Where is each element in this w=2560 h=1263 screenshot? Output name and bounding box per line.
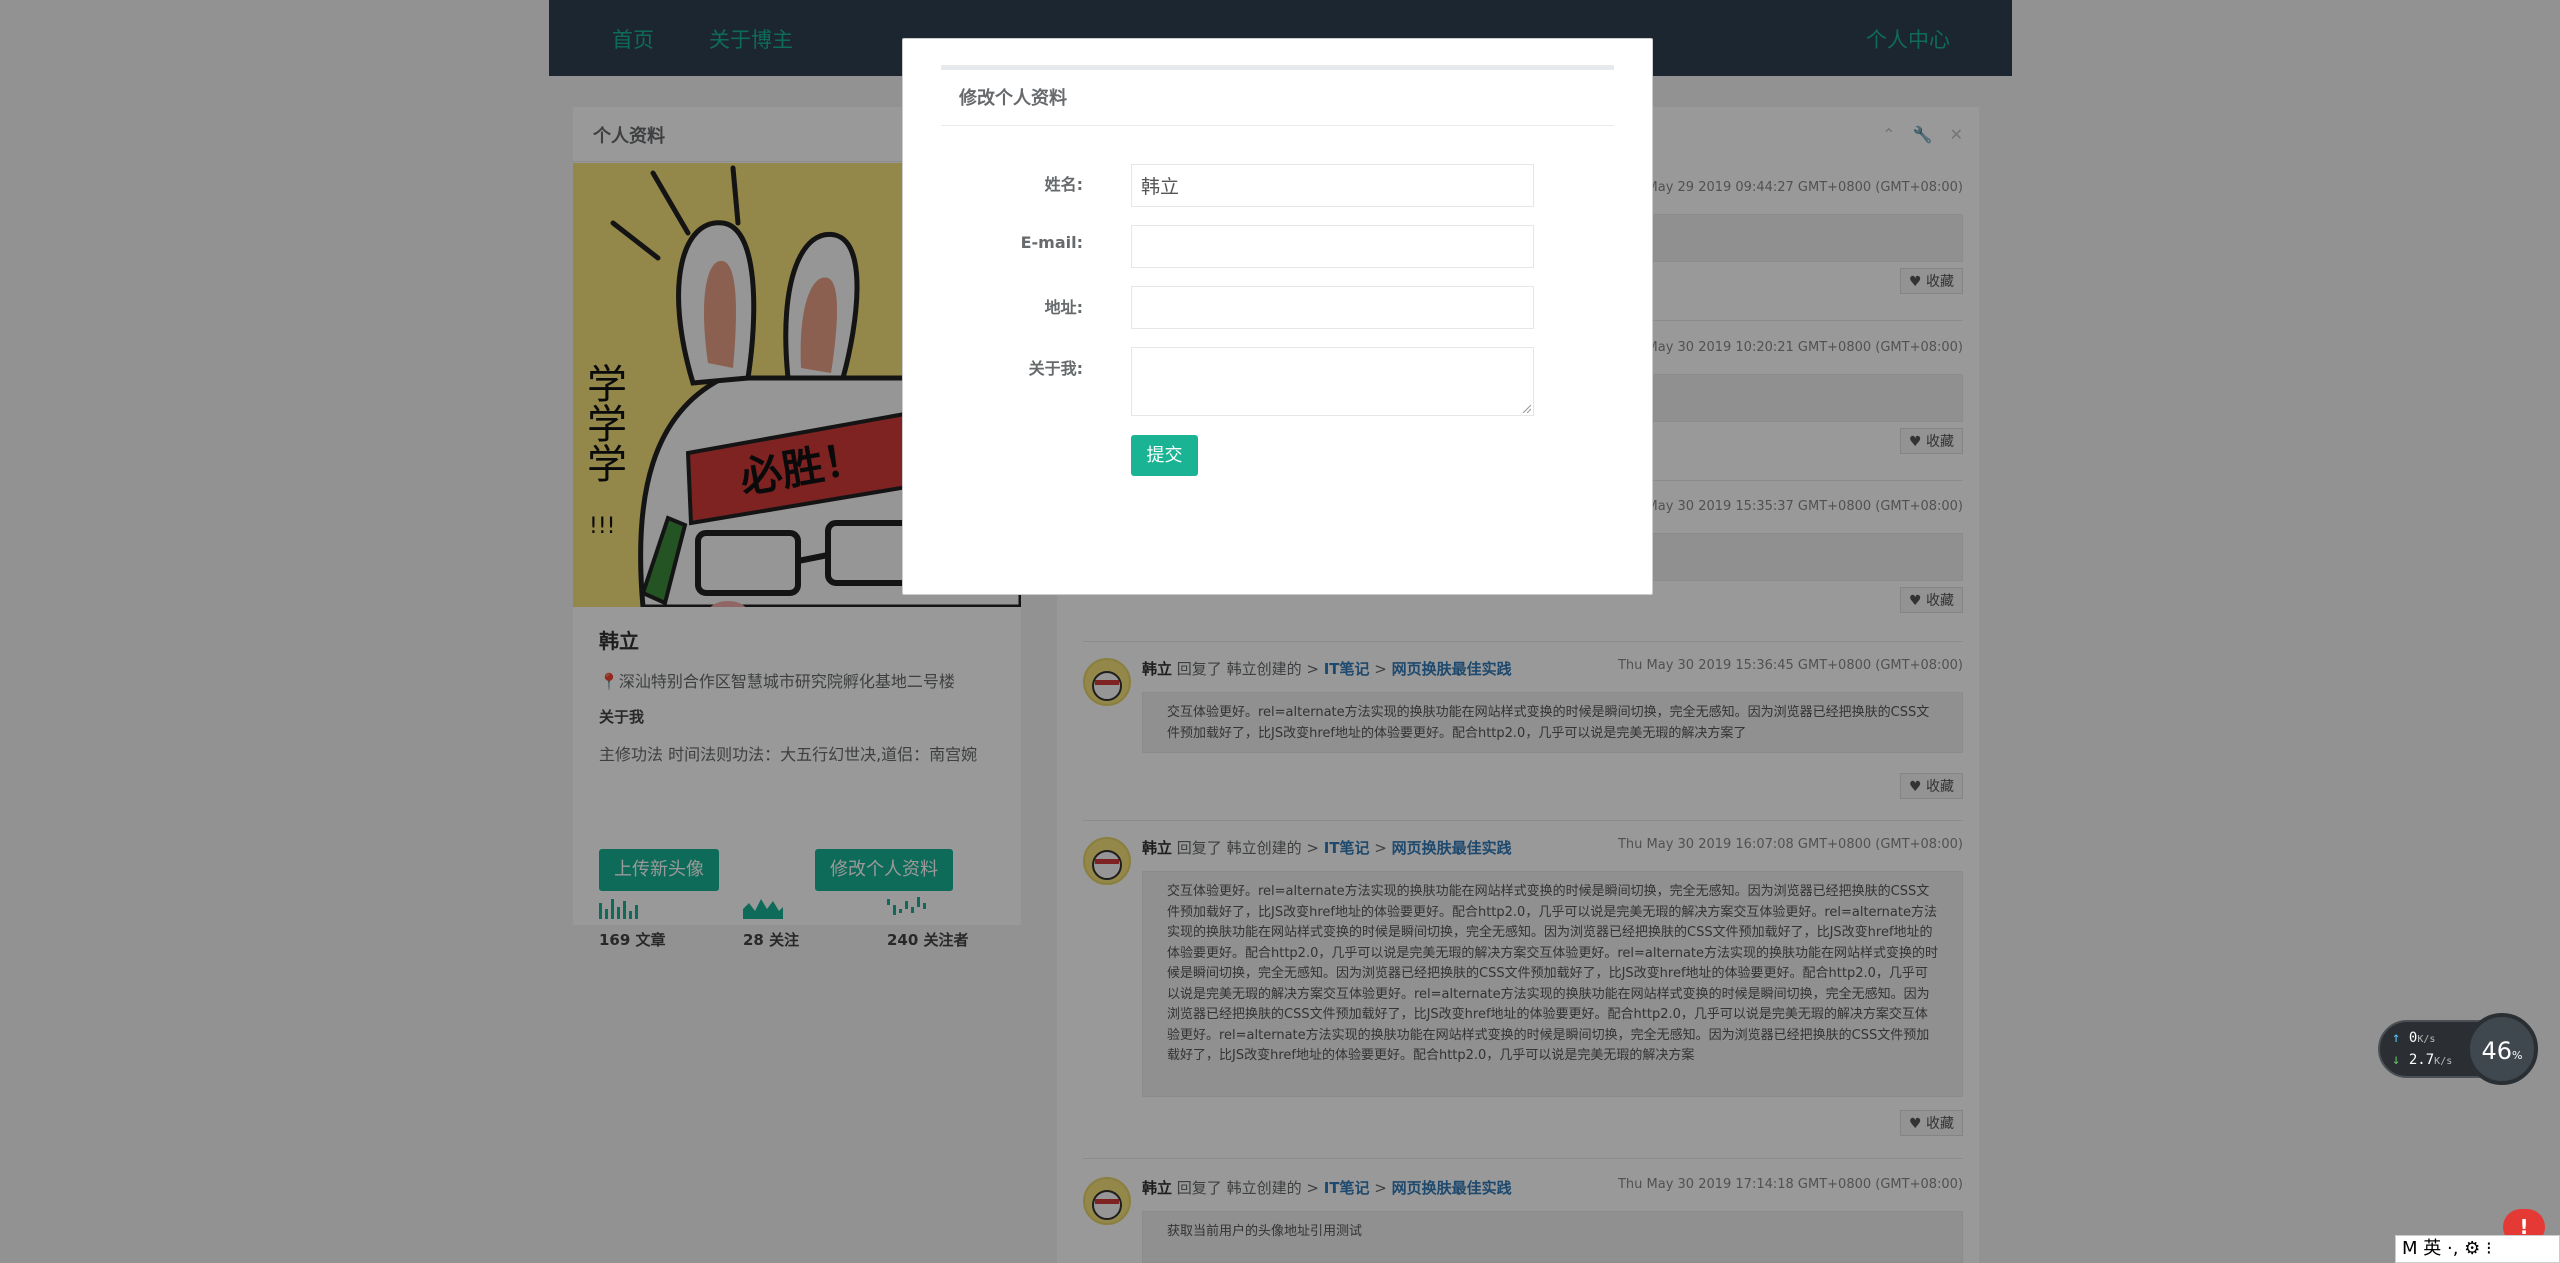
about-textarea[interactable] [1131, 347, 1534, 416]
address-field[interactable] [1131, 286, 1534, 329]
ime-toolbar[interactable]: M 英 ·, ⚙ ⁝ [2395, 1235, 2560, 1263]
name-field[interactable] [1131, 164, 1534, 207]
divider [941, 125, 1614, 126]
download-arrow-icon: ↓ [2392, 1052, 2401, 1068]
email-label: E-mail: [1020, 233, 1083, 252]
download-speed: ↓ 2.7K/s [2392, 1052, 2453, 1068]
about-label: 关于我: [1028, 359, 1083, 378]
upload-speed: ↑ 0K/s [2392, 1030, 2436, 1046]
upload-arrow-icon: ↑ [2392, 1030, 2401, 1046]
address-label: 地址: [1044, 298, 1083, 317]
resize-grip-icon[interactable] [1521, 403, 1531, 413]
submit-button[interactable]: 提交 [1131, 435, 1198, 476]
email-field[interactable] [1131, 225, 1534, 268]
name-label: 姓名: [1044, 175, 1083, 194]
modal-top-bar [941, 65, 1614, 70]
edit-profile-modal: 修改个人资料 姓名: E-mail: 地址: 关于我: 提交 [902, 38, 1653, 595]
modal-title: 修改个人资料 [959, 88, 1067, 109]
cpu-usage-gauge[interactable]: 46% [2466, 1013, 2538, 1085]
